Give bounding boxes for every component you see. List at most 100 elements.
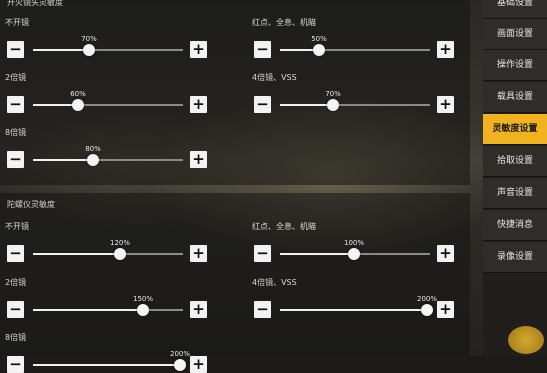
menu-item-quick-message[interactable]: 快捷消息 xyxy=(483,210,547,241)
minus-icon: − xyxy=(256,95,269,113)
setting-label: 红点、全息、机瞄 xyxy=(252,18,316,27)
increase-button[interactable]: + xyxy=(437,245,454,262)
menu-item-replay[interactable]: 录像设置 xyxy=(483,242,547,273)
slider-thumb[interactable] xyxy=(137,304,149,316)
decrease-button[interactable]: − xyxy=(7,356,24,373)
increase-button[interactable]: + xyxy=(190,245,207,262)
increase-button[interactable]: + xyxy=(437,96,454,113)
watermark-logo-icon xyxy=(508,326,544,354)
sensitivity-slider[interactable]: 60% xyxy=(33,90,183,111)
slider-value: 80% xyxy=(85,145,101,153)
section-title-gyro: 陀螺仪灵敏度 xyxy=(7,200,55,209)
menu-item-sensitivity[interactable]: 灵敏度设置 xyxy=(483,114,547,145)
plus-icon: + xyxy=(439,244,452,262)
sensitivity-slider[interactable]: 70% xyxy=(280,90,430,111)
sensitivity-setting-fire-4: 8倍镜 − 80% + xyxy=(5,127,215,168)
increase-button[interactable]: + xyxy=(190,96,207,113)
decrease-button[interactable]: − xyxy=(254,245,271,262)
sensitivity-setting-fire-3: 4倍镜、VSS − 70% + xyxy=(252,72,462,113)
slider-thumb[interactable] xyxy=(421,304,433,316)
slider-fill xyxy=(33,364,180,366)
menu-item-graphics[interactable]: 画面设置 xyxy=(483,19,547,50)
slider-value: 70% xyxy=(325,90,341,98)
slider-value: 200% xyxy=(169,350,191,358)
setting-label: 红点、全息、机瞄 xyxy=(252,222,316,231)
slider-fill xyxy=(33,253,120,255)
sensitivity-setting-fire-2: 2倍镜 − 60% + xyxy=(5,72,215,113)
sensitivity-slider[interactable]: 50% xyxy=(280,35,430,56)
plus-icon: + xyxy=(192,244,205,262)
slider-thumb[interactable] xyxy=(313,44,325,56)
increase-button[interactable]: + xyxy=(437,41,454,58)
decrease-button[interactable]: − xyxy=(7,245,24,262)
setting-label: 不开镜 xyxy=(5,18,29,27)
sensitivity-slider[interactable]: 120% xyxy=(33,239,183,260)
slider-thumb[interactable] xyxy=(174,359,186,371)
decrease-button[interactable]: − xyxy=(254,41,271,58)
slider-thumb[interactable] xyxy=(72,99,84,111)
decrease-button[interactable]: − xyxy=(7,41,24,58)
sensitivity-setting-fire-1: 红点、全息、机瞄 − 50% + xyxy=(252,17,462,58)
plus-icon: + xyxy=(192,40,205,58)
sensitivity-setting-gyro-0: 不开镜 − 120% + xyxy=(5,221,215,262)
plus-icon: + xyxy=(192,300,205,318)
slider-fill xyxy=(280,253,354,255)
decrease-button[interactable]: − xyxy=(7,151,24,168)
sensitivity-slider[interactable]: 150% xyxy=(33,295,183,316)
minus-icon: − xyxy=(9,300,22,318)
setting-label: 8倍镜 xyxy=(5,333,27,342)
menu-item-controls[interactable]: 操作设置 xyxy=(483,50,547,81)
slider-value: 100% xyxy=(343,239,365,247)
sensitivity-setting-gyro-4: 8倍镜 − 200% + xyxy=(5,332,215,373)
plus-icon: + xyxy=(192,95,205,113)
plus-icon: + xyxy=(192,355,205,373)
setting-label: 4倍镜、VSS xyxy=(252,73,297,82)
menu-item-basic[interactable]: 基础设置 xyxy=(483,0,547,19)
sensitivity-setting-fire-0: 不开镜 − 70% + xyxy=(5,17,215,58)
decrease-button[interactable]: − xyxy=(254,301,271,318)
increase-button[interactable]: + xyxy=(190,356,207,373)
slider-value: 50% xyxy=(311,35,327,43)
sensitivity-slider[interactable]: 100% xyxy=(280,239,430,260)
slider-fill xyxy=(33,159,93,161)
sensitivity-slider[interactable]: 70% xyxy=(33,35,183,56)
minus-icon: − xyxy=(9,244,22,262)
slider-thumb[interactable] xyxy=(87,154,99,166)
menu-item-pickup[interactable]: 拾取设置 xyxy=(483,146,547,177)
menu-item-vehicle[interactable]: 载具设置 xyxy=(483,82,547,113)
slider-value: 70% xyxy=(81,35,97,43)
decrease-button[interactable]: − xyxy=(7,301,24,318)
setting-label: 2倍镜 xyxy=(5,73,27,82)
sensitivity-setting-gyro-3: 4倍镜、VSS − 200% + xyxy=(252,277,462,318)
increase-button[interactable]: + xyxy=(190,41,207,58)
minus-icon: − xyxy=(256,300,269,318)
minus-icon: − xyxy=(256,244,269,262)
slider-fill xyxy=(33,49,89,51)
slider-thumb[interactable] xyxy=(83,44,95,56)
minus-icon: − xyxy=(9,355,22,373)
slider-value: 120% xyxy=(109,239,131,247)
decrease-button[interactable]: − xyxy=(254,96,271,113)
slider-thumb[interactable] xyxy=(327,99,339,111)
slider-thumb[interactable] xyxy=(348,248,360,260)
slider-thumb[interactable] xyxy=(114,248,126,260)
increase-button[interactable]: + xyxy=(190,301,207,318)
slider-value: 200% xyxy=(416,295,438,303)
slider-value: 150% xyxy=(132,295,154,303)
sensitivity-slider[interactable]: 200% xyxy=(280,295,437,316)
increase-button[interactable]: + xyxy=(437,301,454,318)
setting-label: 不开镜 xyxy=(5,222,29,231)
sensitivity-slider[interactable]: 200% xyxy=(33,350,190,371)
minus-icon: − xyxy=(9,40,22,58)
decrease-button[interactable]: − xyxy=(7,96,24,113)
slider-value: 60% xyxy=(70,90,86,98)
slider-fill xyxy=(280,309,427,311)
minus-icon: − xyxy=(256,40,269,58)
slider-fill xyxy=(33,309,143,311)
settings-menu: 基础设置 画面设置 操作设置 载具设置 灵敏度设置 拾取设置 声音设置 快捷消息… xyxy=(483,0,547,356)
increase-button[interactable]: + xyxy=(190,151,207,168)
section-title-fire: 开火镜头灵敏度 xyxy=(7,0,63,7)
sensitivity-slider[interactable]: 80% xyxy=(33,145,183,166)
slider-fill xyxy=(280,104,333,106)
menu-item-sound[interactable]: 声音设置 xyxy=(483,178,547,209)
